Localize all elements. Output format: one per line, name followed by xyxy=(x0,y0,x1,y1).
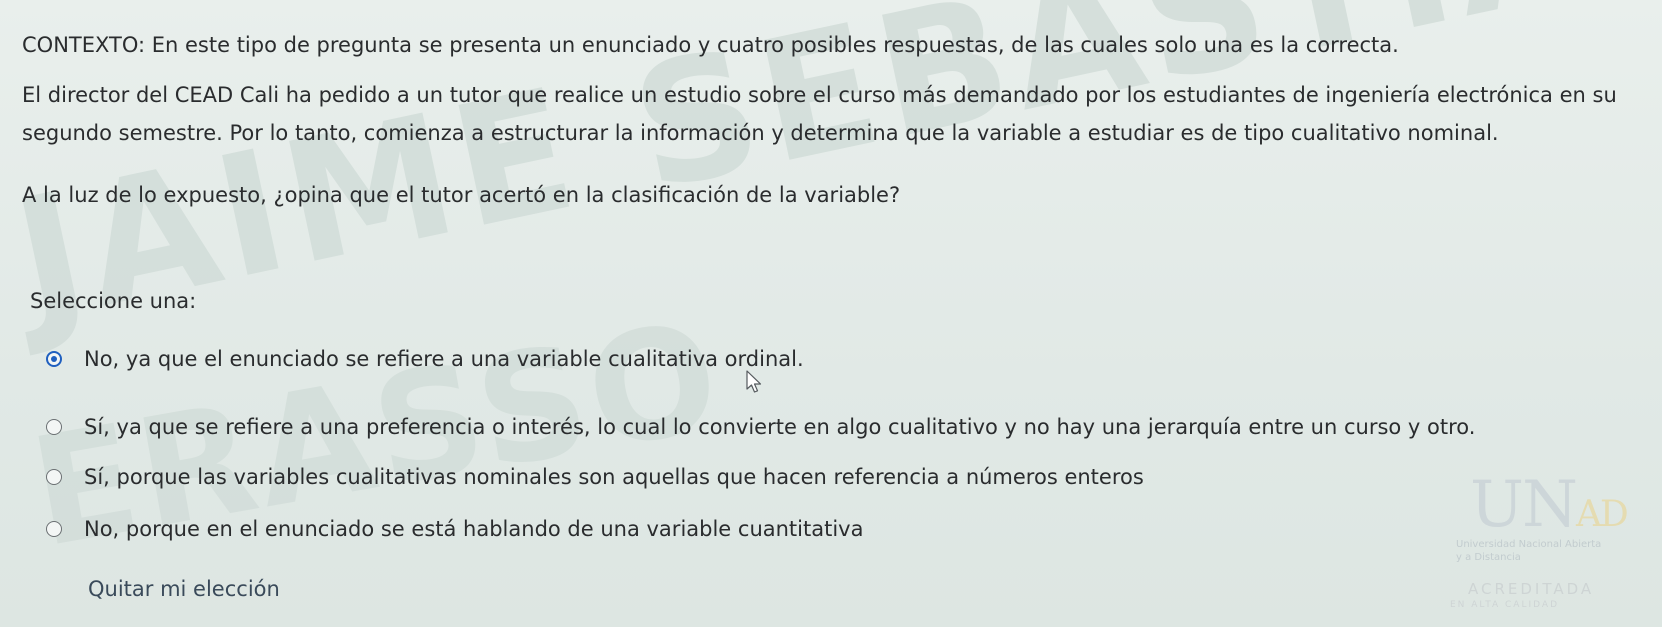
answer-option-1[interactable]: No, ya que el enunciado se refiere a una… xyxy=(46,344,804,374)
answer-option-4[interactable]: No, porque en el enunciado se está habla… xyxy=(46,514,863,544)
radio-button[interactable] xyxy=(46,469,62,485)
select-one-label: Seleccione una: xyxy=(30,289,197,313)
answer-option-label: Sí, ya que se refiere a una preferencia … xyxy=(84,415,1476,439)
question-text: A la luz de lo expuesto, ¿opina que el t… xyxy=(22,183,901,207)
unad-logo-mark: UNAD xyxy=(1470,468,1629,542)
accreditation-sublabel: EN ALTA CALIDAD xyxy=(1450,600,1559,610)
quiz-page: JAIME SEBASTIAN CASTILLO ERASSO CONTEXTO… xyxy=(0,0,1662,627)
question-statement: El director del CEAD Cali ha pedido a un… xyxy=(22,83,1617,145)
clear-choice-link[interactable]: Quitar mi elección xyxy=(88,574,280,604)
unad-logo: UNAD Universidad Nacional Abierta y a Di… xyxy=(1430,440,1640,620)
answer-option-label: No, porque en el enunciado se está habla… xyxy=(84,517,864,541)
context-text: CONTEXTO: En este tipo de pregunta se pr… xyxy=(22,33,1399,57)
answer-option-3[interactable]: Sí, porque las variables cualitativas no… xyxy=(46,462,1144,492)
radio-button-selected[interactable] xyxy=(46,351,62,367)
radio-button[interactable] xyxy=(46,419,62,435)
answer-option-label: No, ya que el enunciado se refiere a una… xyxy=(84,347,804,371)
accreditation-label: ACREDITADA xyxy=(1468,580,1595,598)
radio-button[interactable] xyxy=(46,521,62,537)
answer-option-label: Sí, porque las variables cualitativas no… xyxy=(84,465,1144,489)
mouse-cursor-icon xyxy=(746,370,762,393)
answer-option-2[interactable]: Sí, ya que se refiere a una preferencia … xyxy=(46,412,1475,442)
unad-logo-subtitle: Universidad Nacional Abierta y a Distanc… xyxy=(1456,539,1602,563)
